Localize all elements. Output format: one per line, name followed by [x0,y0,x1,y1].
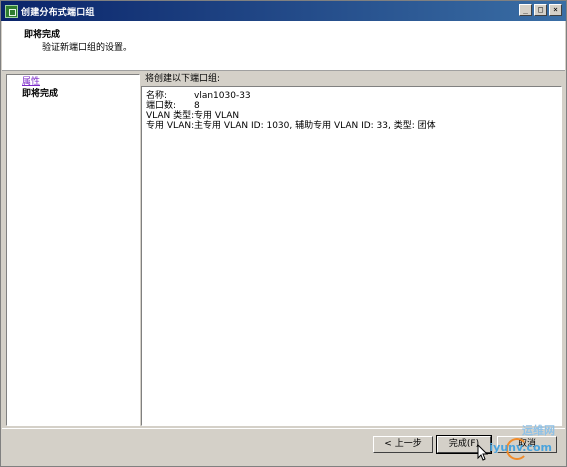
wizard-steps-nav: 属性 即将完成 [6,74,140,426]
summary-value: 主专用 VLAN ID: 1030, 辅助专用 VLAN ID: 33, 类型:… [194,121,436,131]
summary-section-label: 将创建以下端口组: [145,74,221,84]
summary-key: 名称: [146,91,168,101]
summary-row-port-count: 端口数: 8 [146,101,200,111]
close-button[interactable]: × [549,4,562,16]
summary-box: 名称: vlan1030-33 端口数: 8 VLAN 类型:专用 VLAN 专用 … [141,86,562,426]
nav-step-ready-to-complete: 即将完成 [22,89,59,99]
summary-key: 专用 VLAN: [146,121,195,131]
page-subtitle: 验证新端口组的设置。 [42,43,133,53]
vsphere-app-icon [5,4,18,18]
summary-row-vlan-type: VLAN 类型:专用 VLAN [146,111,239,121]
mouse-cursor-icon [477,444,489,461]
maximize-button[interactable]: □ [534,4,547,16]
summary-key: VLAN 类型: [146,111,195,121]
nav-step-properties[interactable]: 属性 [22,77,40,88]
summary-row-private-vlan: 专用 VLAN:主专用 VLAN ID: 1030, 辅助专用 VLAN ID:… [146,121,436,131]
summary-row-name: 名称: vlan1030-33 [146,91,251,101]
page-title: 即将完成 [24,30,61,40]
window-title: 创建分布式端口组 [21,7,95,18]
minimize-button[interactable]: _ [519,4,532,16]
summary-value: 专用 VLAN [194,111,240,121]
window-controls: _ □ × [519,4,562,16]
summary-value: 8 [194,101,200,111]
summary-panel: 将创建以下端口组: 名称: vlan1030-33 端口数: 8 VLAN 类型:专… [141,74,562,426]
title-bar[interactable]: 创建分布式端口组 _ □ × [1,1,566,21]
cancel-button[interactable]: 取消 [497,436,557,453]
summary-value: vlan1030-33 [194,91,251,101]
wizard-header: 即将完成 验证新端口组的设置。 [2,21,565,71]
summary-key: 端口数: [146,101,177,111]
back-button[interactable]: < 上一步 [373,436,433,453]
dialog-window: 创建分布式端口组 _ □ × 即将完成 验证新端口组的设置。 属性 即将完成 将… [0,0,567,467]
